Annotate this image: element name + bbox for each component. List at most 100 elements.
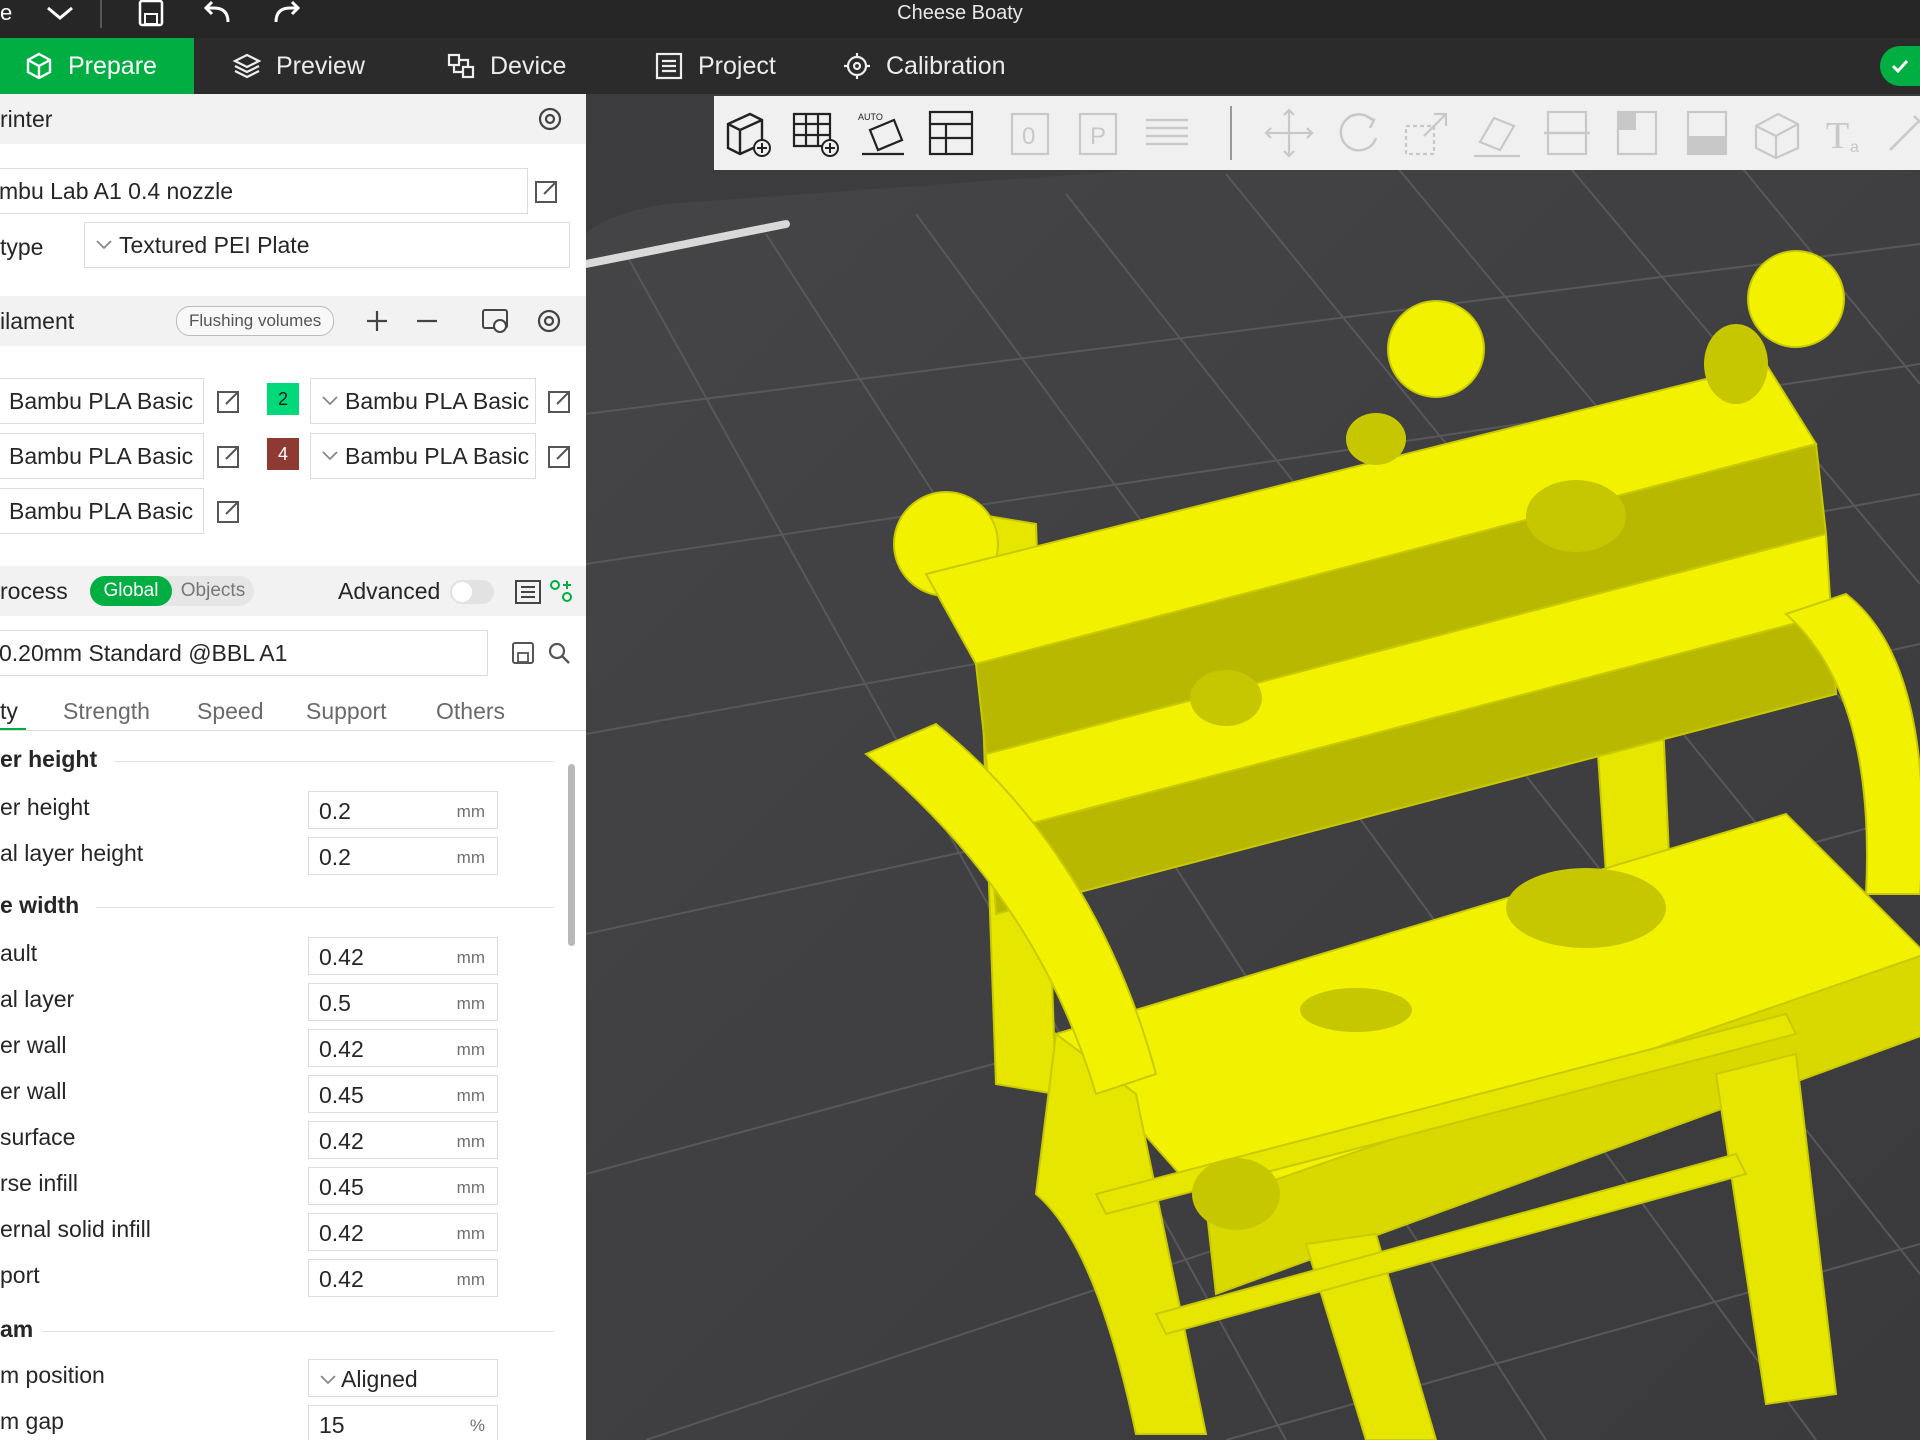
printer-select[interactable]: mbu Lab A1 0.4 nozzle [0,168,528,214]
status-indicator[interactable] [1880,46,1920,86]
inner-wall-width-input[interactable]: 0.45 mm [308,1075,498,1113]
value: 15 [319,1412,345,1438]
support-paint-icon[interactable] [1610,106,1664,160]
compare-icon[interactable] [548,578,574,604]
orca-slice-plate-icon[interactable]: 0 [1004,106,1058,160]
gear-icon[interactable] [534,306,564,336]
unit: mm [456,948,485,967]
filament-select-4[interactable]: Bambu PLA Basic [310,433,536,479]
filament-section-header: ilament Flushing volumes [0,296,586,346]
top-surface-width-label: surface [0,1124,76,1150]
3d-viewport[interactable] [586,94,1920,1440]
subtab-support[interactable]: Support [306,698,387,725]
unit: % [469,1416,485,1435]
edit-icon[interactable] [216,498,242,524]
edit-icon[interactable] [216,388,242,414]
toggle-global[interactable]: Global [90,576,172,606]
divider [1230,106,1232,160]
initial-layer-height-input[interactable]: 0.2 mm [308,837,498,875]
initial-layer-height-label: al layer height [0,840,144,866]
unit: mm [456,1224,485,1243]
plate-p-icon[interactable]: P [1072,106,1126,160]
chevron-down-icon [96,240,112,250]
tab-label: Preview [276,51,365,80]
process-preset-select[interactable]: 0.20mm Standard @BBL A1 [0,630,488,676]
support-width-input[interactable]: 0.42 mm [308,1259,498,1297]
edit-icon[interactable] [534,178,560,204]
filament-color-chip-2[interactable]: 2 [267,383,299,415]
subtab-speed[interactable]: Speed [197,698,264,725]
initial-layer-width-label: al layer [0,986,75,1012]
unit: mm [456,1040,485,1059]
tab-device[interactable]: Device [446,38,566,94]
unit: mm [456,848,485,867]
add-object-icon[interactable] [720,106,774,160]
top-surface-width-input[interactable]: 0.42 mm [308,1121,498,1159]
initial-layer-width-input[interactable]: 0.5 mm [308,983,498,1021]
settings-scrollbar[interactable] [568,764,575,946]
svg-text:AUTO: AUTO [858,112,883,122]
outer-wall-width-label: er wall [0,1032,67,1058]
bench-model[interactable] [736,194,1920,1440]
sparse-infill-width-label: rse infill [0,1170,78,1196]
filament-select-5[interactable]: Bambu PLA Basic [0,488,204,534]
value: 0.5 [319,990,351,1016]
filament-select-1[interactable]: Bambu PLA Basic [0,378,204,424]
value: Aligned [341,1366,418,1392]
search-icon[interactable] [546,640,572,666]
lay-on-face-icon[interactable] [1470,106,1524,160]
minus-icon[interactable] [414,308,440,334]
save-preset-icon[interactable] [510,640,536,666]
default-width-input[interactable]: 0.42 mm [308,937,498,975]
subtab-strength[interactable]: Strength [63,698,150,725]
tab-calibration[interactable]: Calibration [842,38,1006,94]
filament-name: Bambu PLA Basic [345,442,530,469]
cut-icon[interactable] [1540,106,1594,160]
plus-icon[interactable] [364,308,390,334]
toggle-objects[interactable]: Objects [172,576,254,606]
arrange-icon[interactable] [924,106,978,160]
tab-project[interactable]: Project [654,38,776,94]
filament-sync-icon[interactable] [480,306,510,336]
scale-icon[interactable] [1400,106,1454,160]
gear-icon[interactable] [535,104,565,134]
edit-icon[interactable] [547,443,573,469]
plate-type-select[interactable]: Textured PEI Plate [84,222,570,268]
subtab-others[interactable]: Others [436,698,505,725]
rotate-icon[interactable] [1332,106,1386,160]
seam-gap-input[interactable]: 15% [308,1405,498,1440]
filament-select-3[interactable]: Bambu PLA Basic [0,433,204,479]
filament-color-chip-4[interactable]: 4 [267,438,299,470]
list-view-icon[interactable] [514,578,542,606]
auto-orient-icon[interactable]: AUTO [856,106,910,160]
divider [0,730,586,731]
tab-prepare[interactable]: Prepare [0,38,194,94]
support-width-label: port [0,1262,40,1288]
layers-stack-icon[interactable] [1140,106,1194,160]
global-objects-toggle[interactable]: Global Objects [90,576,254,606]
advanced-toggle[interactable] [450,580,494,604]
edit-icon[interactable] [547,388,573,414]
text-tool-icon[interactable]: Ta [1820,106,1874,160]
tab-preview[interactable]: Preview [232,38,365,94]
value: 0.2 [319,798,351,824]
printer-name: mbu Lab A1 0.4 nozzle [0,177,233,204]
more-tools-icon[interactable] [1880,106,1920,160]
default-width-label: ault [0,940,38,966]
seam-paint-icon[interactable] [1680,106,1734,160]
filament-select-2[interactable]: Bambu PLA Basic [310,378,536,424]
subtab-quality[interactable]: ty [0,698,18,725]
outer-wall-width-input[interactable]: 0.42 mm [308,1029,498,1067]
sparse-infill-width-input[interactable]: 0.45 mm [308,1167,498,1205]
flushing-volumes-button[interactable]: Flushing volumes [176,306,335,336]
internal-solid-infill-width-input[interactable]: 0.42 mm [308,1213,498,1251]
edit-icon[interactable] [216,443,242,469]
advanced-label: Advanced [338,578,441,604]
measure-icon[interactable] [1750,106,1804,160]
viewport-toolbar: AUTO 0 P Ta [714,96,1920,170]
layer-height-input[interactable]: 0.2 mm [308,791,498,829]
add-plate-icon[interactable] [788,106,842,160]
move-icon[interactable] [1262,106,1316,160]
seam-position-select[interactable]: Aligned [308,1359,498,1397]
unit: mm [456,1132,485,1151]
